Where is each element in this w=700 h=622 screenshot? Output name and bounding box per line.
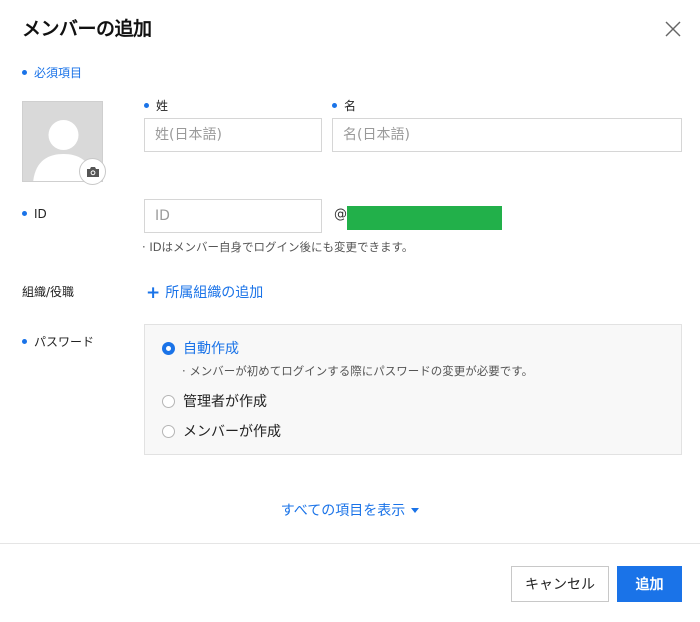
first-name-input[interactable] — [332, 118, 682, 152]
add-org-link[interactable]: + 所属組織の追加 — [146, 282, 264, 303]
first-name-label-text: 名 — [344, 99, 357, 113]
required-note-text: 必須項目 — [34, 66, 83, 80]
required-dot — [22, 339, 27, 344]
auto-create-hint-text: メンバーが初めてログインする際にパスワードの変更が必要です。 — [189, 364, 534, 378]
at-sign: @ — [334, 207, 347, 222]
org-label: 組織/役職 — [22, 285, 75, 299]
id-hint-text: IDはメンバー自身でログイン後にも変更できます。 — [149, 240, 414, 254]
close-button[interactable] — [663, 19, 683, 39]
radio-auto-create-label: 自動作成 — [183, 341, 239, 357]
first-name-label: 名 — [332, 97, 356, 114]
id-input[interactable] — [144, 199, 322, 233]
id-label-text: ID — [34, 207, 47, 221]
required-dot — [22, 70, 27, 75]
radio-unselected-icon[interactable] — [162, 424, 175, 438]
show-all-label: すべての項目を表示 — [280, 503, 406, 519]
caret-down-icon — [411, 508, 420, 513]
radio-member-create[interactable]: メンバーが作成 — [162, 421, 281, 441]
required-dot — [332, 103, 337, 108]
auto-create-hint: · メンバーが初めてログインする際にパスワードの変更が必要です。 — [182, 363, 533, 379]
add-org-label: 所属組織の追加 — [165, 285, 264, 301]
required-dot — [22, 211, 27, 216]
required-note: 必須項目 — [22, 64, 82, 81]
show-all-fields-link[interactable]: すべての項目を表示 — [0, 500, 700, 520]
domain-redaction — [347, 206, 502, 230]
required-dot — [144, 103, 149, 108]
id-label: ID — [22, 207, 47, 221]
radio-unselected-icon[interactable] — [162, 394, 175, 408]
last-name-input[interactable] — [144, 118, 322, 152]
id-hint: · IDはメンバー自身でログイン後にも変更できます。 — [142, 239, 413, 255]
dialog-title: メンバーの追加 — [22, 18, 152, 40]
last-name-label: 姓 — [144, 97, 168, 114]
camera-icon — [86, 166, 99, 177]
radio-admin-create[interactable]: 管理者が作成 — [162, 391, 267, 411]
password-label-text: パスワード — [34, 335, 95, 349]
radio-admin-create-label: 管理者が作成 — [183, 394, 267, 410]
radio-selected-icon[interactable] — [162, 341, 175, 355]
close-icon[interactable] — [663, 19, 683, 39]
change-photo-button[interactable] — [79, 158, 106, 185]
radio-member-create-label: メンバーが作成 — [183, 424, 281, 440]
footer-divider — [0, 543, 700, 544]
last-name-label-text: 姓 — [156, 99, 169, 113]
cancel-button[interactable]: キャンセル — [511, 566, 609, 602]
add-button[interactable]: 追加 — [617, 566, 682, 602]
plus-icon: + — [146, 283, 161, 303]
password-options: 自動作成 · メンバーが初めてログインする際にパスワードの変更が必要です。 管理… — [144, 324, 682, 455]
password-label: パスワード — [22, 333, 94, 350]
radio-auto-create[interactable]: 自動作成 — [162, 338, 239, 358]
